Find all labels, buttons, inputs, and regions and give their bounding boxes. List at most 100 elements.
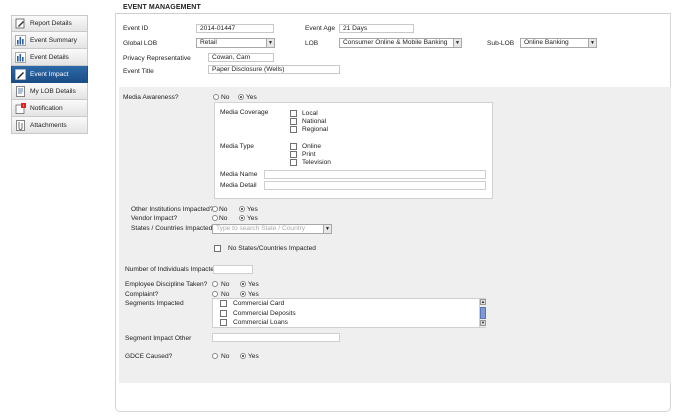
vendor-impact-no-radio[interactable] (212, 215, 218, 221)
segment-other-input[interactable] (212, 333, 340, 342)
sub-lob-value: Online Banking (524, 39, 569, 46)
radio-label-no: No (219, 215, 228, 222)
sidebar-item-report-details[interactable]: Report Details (11, 15, 88, 32)
global-lob-select[interactable]: Retail ▼ (196, 38, 275, 48)
pencil-icon (15, 68, 26, 80)
bar-chart-icon (15, 51, 26, 63)
states-countries-placeholder: Type to search State / Country (216, 225, 306, 232)
scroll-thumb[interactable] (480, 307, 486, 319)
media-coverage-label: Media Coverage (220, 109, 269, 116)
sidebar-item-event-details[interactable]: Event Details (11, 49, 88, 66)
discipline-yes-radio[interactable] (240, 281, 246, 287)
media-name-input[interactable] (264, 170, 486, 179)
privacy-rep-label: Privacy Representative (123, 55, 191, 62)
num-individuals-input[interactable] (213, 265, 253, 274)
discipline-no-radio[interactable] (212, 281, 218, 287)
lob-value: Consumer Online & Mobile Banking (343, 39, 448, 46)
chevron-down-icon: ▼ (453, 39, 461, 47)
other-institutions-yes-radio[interactable] (239, 206, 245, 212)
sidebar-item-label: Attachments (30, 121, 67, 129)
no-states-checkbox[interactable] (214, 245, 221, 252)
states-countries-select[interactable]: Type to search State / Country ▼ (212, 224, 332, 234)
segment-commercial-card-checkbox[interactable] (220, 300, 227, 307)
sidebar-item-label: Event Impact (30, 70, 69, 78)
event-title-label: Event Title (123, 68, 154, 75)
sidebar-item-label: Event Summary (30, 36, 77, 44)
radio-label-yes: Yes (248, 291, 259, 298)
radio-label-no: No (219, 206, 228, 213)
document-icon (15, 85, 26, 97)
scroll-down-icon[interactable]: ▼ (480, 320, 486, 326)
complaint-no-radio[interactable] (212, 291, 218, 297)
complaint-label: Complaint? (125, 291, 159, 298)
media-detail-input[interactable] (264, 181, 486, 190)
event-age-label: Event Age (305, 25, 336, 32)
sidebar-item-event-summary[interactable]: Event Summary (11, 32, 88, 49)
segment-commercial-loans-checkbox[interactable] (220, 319, 227, 326)
radio-label-no: No (221, 291, 230, 298)
vendor-impact-yes-radio[interactable] (239, 215, 245, 221)
media-type-online-checkbox[interactable] (290, 143, 297, 150)
sidebar-item-label: Event Details (30, 53, 69, 61)
event-id-label: Event ID (123, 25, 149, 32)
media-awareness-no-radio[interactable] (213, 94, 219, 100)
media-name-label: Media Name (220, 171, 258, 178)
sidebar-item-label: My LOB Details (30, 87, 76, 95)
global-lob-value: Retail (200, 39, 217, 46)
media-type-option: Print (302, 151, 316, 158)
states-countries-label: States / Countries Impacted (131, 225, 213, 232)
event-id-value: 2014-01447 (196, 24, 274, 33)
radio-label-no: No (221, 281, 230, 288)
media-coverage-option: National (302, 118, 327, 125)
event-title-value: Paper Disclosure (Wells) (208, 65, 340, 74)
scroll-up-icon[interactable]: ▲ (480, 299, 486, 305)
svg-text:!: ! (23, 103, 24, 108)
lob-label: LOB (305, 40, 319, 47)
sub-lob-select[interactable]: Online Banking ▼ (520, 38, 597, 48)
media-coverage-local-checkbox[interactable] (290, 110, 297, 117)
segment-other-label: Segment Impact Other (125, 335, 192, 342)
other-institutions-no-radio[interactable] (212, 206, 218, 212)
radio-label-no: No (221, 94, 230, 101)
radio-label-no: No (221, 353, 230, 360)
radio-label-yes: Yes (247, 206, 258, 213)
global-lob-label: Global LOB (123, 40, 158, 47)
sidebar-nav: Report Details Event Summary Event Detai… (11, 15, 88, 134)
vendor-impact-label: Vendor Impact? (131, 215, 178, 222)
sidebar-item-event-impact[interactable]: Event Impact (11, 66, 88, 83)
media-type-option: Television (302, 159, 331, 166)
chevron-down-icon: ▼ (588, 39, 596, 47)
media-type-print-checkbox[interactable] (290, 151, 297, 158)
chevron-down-icon: ▼ (266, 39, 274, 47)
sidebar-item-label: Notification (30, 104, 63, 112)
segments-label: Segments Impacted (125, 300, 184, 307)
sidebar-item-attachments[interactable]: Attachments (11, 117, 88, 134)
radio-label-yes: Yes (247, 215, 258, 222)
event-age-value: 21 Days (339, 24, 414, 33)
media-type-television-checkbox[interactable] (290, 159, 297, 166)
discipline-label: Employee Discipline Taken? (125, 281, 208, 288)
complaint-yes-radio[interactable] (240, 291, 246, 297)
media-coverage-national-checkbox[interactable] (290, 118, 297, 125)
media-type-option: Online (302, 143, 322, 150)
lob-select[interactable]: Consumer Online & Mobile Banking ▼ (339, 38, 462, 48)
media-awareness-yes-radio[interactable] (238, 94, 244, 100)
media-coverage-option: Local (302, 110, 318, 117)
other-institutions-label: Other Institutions Impacted? (131, 206, 214, 213)
gdce-yes-radio[interactable] (240, 353, 246, 359)
segment-commercial-deposits-checkbox[interactable] (220, 310, 227, 317)
media-coverage-regional-checkbox[interactable] (290, 126, 297, 133)
radio-label-yes: Yes (246, 94, 257, 101)
segment-option: Commercial Deposits (233, 310, 296, 317)
notification-icon: ! (15, 102, 26, 114)
sidebar-item-my-lob-details[interactable]: My LOB Details (11, 83, 88, 100)
segments-scrollbar[interactable]: ▲ ▼ (479, 299, 486, 327)
edit-document-icon (15, 18, 26, 29)
page-title: EVENT MANAGEMENT (123, 4, 201, 11)
sidebar-item-notification[interactable]: ! Notification (11, 100, 88, 117)
bar-chart-icon (15, 34, 26, 46)
paperclip-icon (15, 119, 26, 131)
media-awareness-label: Media Awareness? (123, 94, 179, 101)
gdce-no-radio[interactable] (212, 353, 218, 359)
sub-lob-label: Sub-LOB (487, 40, 515, 47)
